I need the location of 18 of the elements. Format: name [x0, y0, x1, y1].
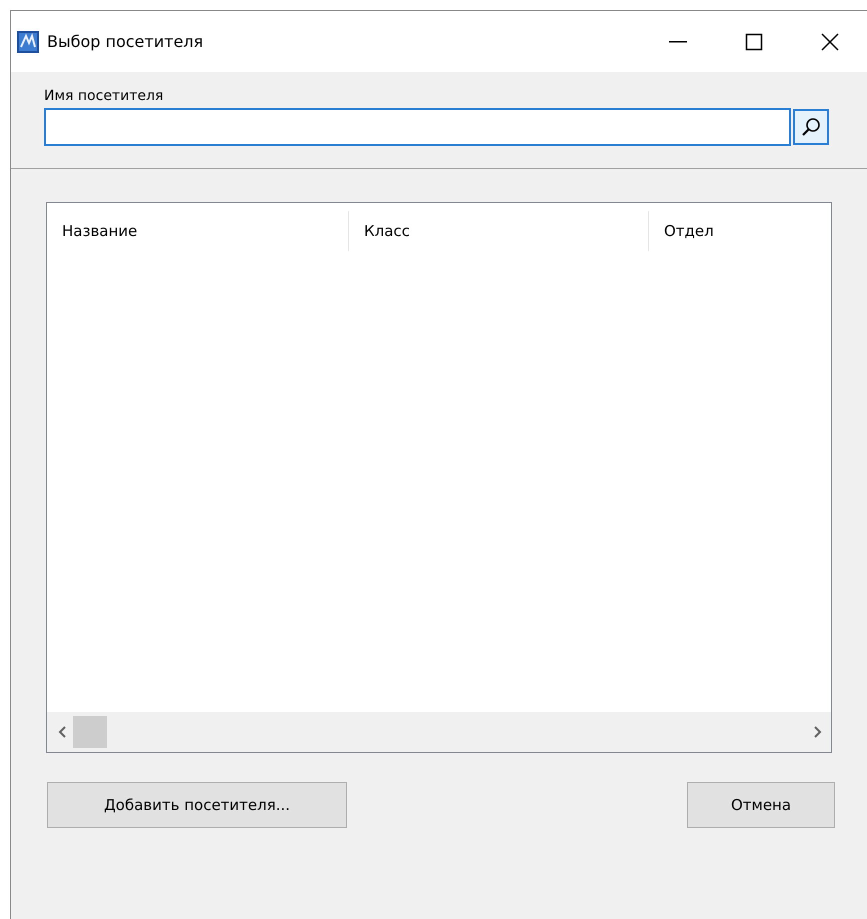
scroll-thumb[interactable] [73, 716, 107, 748]
scroll-right-icon[interactable] [813, 725, 823, 739]
cancel-button[interactable]: Отмена [687, 782, 835, 828]
name-field[interactable] [44, 108, 791, 146]
column-header[interactable]: Отдел [649, 211, 829, 251]
horizontal-scrollbar[interactable] [47, 712, 831, 752]
column-header[interactable]: Класс [349, 211, 649, 251]
app-icon [17, 30, 39, 52]
minimize-icon [669, 40, 687, 42]
scroll-left-icon[interactable] [57, 725, 67, 739]
window-title: Выбор посетителя [47, 32, 204, 51]
add-visitor-button[interactable]: Добавить посетителя... [47, 782, 347, 828]
column-header[interactable]: Название [47, 211, 349, 251]
field-label: Имя посетителя [44, 88, 164, 104]
maximize-icon [744, 32, 764, 52]
close-icon [820, 32, 840, 52]
search-button[interactable] [793, 109, 829, 145]
search-icon [800, 116, 822, 138]
